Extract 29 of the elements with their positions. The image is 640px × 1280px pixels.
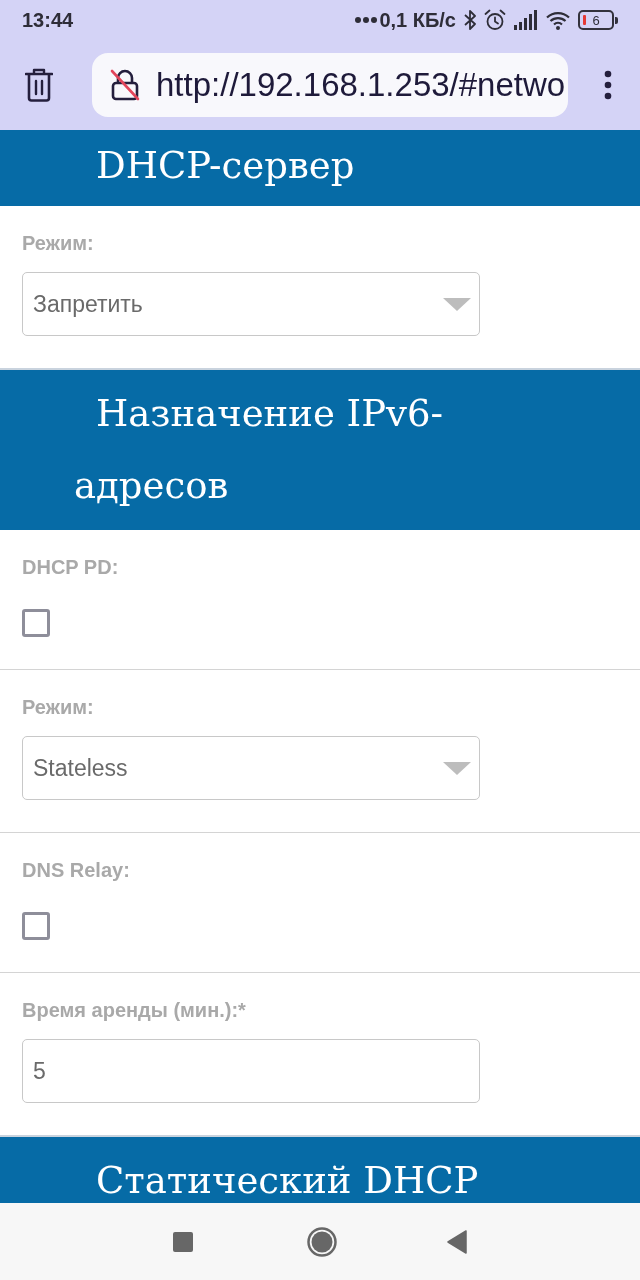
notification-dots-icon bbox=[355, 17, 378, 23]
more-options-icon[interactable] bbox=[604, 70, 612, 100]
section-title: DHCP-сервер bbox=[96, 144, 355, 187]
url-field[interactable]: http://192.168.1.253/#netwo bbox=[92, 53, 568, 117]
caret-icon bbox=[443, 297, 471, 311]
section-title: Статический DHCP bbox=[96, 1159, 479, 1202]
lock-slash-icon bbox=[110, 69, 140, 101]
input-field[interactable]: 5 bbox=[22, 1039, 480, 1103]
checkbox[interactable] bbox=[22, 609, 50, 637]
back-icon[interactable] bbox=[447, 1229, 467, 1254]
status-time: 13:44 bbox=[22, 8, 74, 33]
wifi-icon bbox=[546, 10, 570, 30]
home-icon[interactable] bbox=[307, 1226, 337, 1257]
section-title: Назначение IPv6-адресов bbox=[74, 392, 444, 507]
field-label: Режим: bbox=[22, 695, 94, 719]
checkbox[interactable] bbox=[22, 912, 50, 940]
network-speed: 0,1 КБ/с bbox=[379, 8, 456, 33]
trash-icon[interactable] bbox=[25, 68, 53, 102]
alarm-clock-icon bbox=[484, 9, 506, 31]
select-field[interactable]: Запретить bbox=[22, 272, 480, 336]
field-label: DNS Relay: bbox=[22, 858, 130, 882]
bluetooth-icon bbox=[464, 9, 476, 31]
field-label: Время аренды (мин.):* bbox=[22, 998, 246, 1022]
caret-icon bbox=[443, 761, 471, 775]
select-field[interactable]: Stateless bbox=[22, 736, 480, 800]
signal-icon bbox=[514, 10, 538, 30]
field-label: Режим: bbox=[22, 231, 94, 255]
square-icon[interactable] bbox=[173, 1231, 193, 1252]
field-label: DHCP PD: bbox=[22, 555, 119, 579]
